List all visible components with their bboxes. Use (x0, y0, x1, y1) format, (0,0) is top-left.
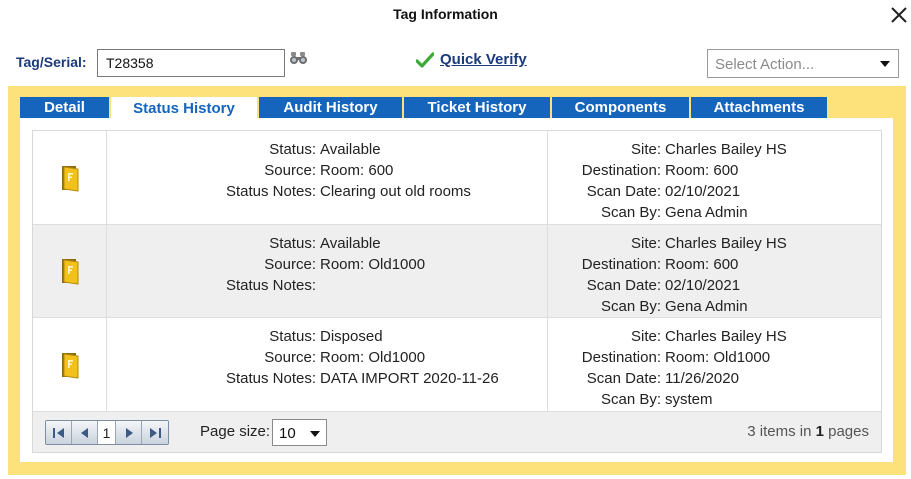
pages-text: pages (828, 423, 869, 440)
scan-date-value: 11/26/2020 (665, 370, 739, 387)
tab-audit-history[interactable]: Audit History (259, 97, 404, 118)
tab-ticket-history[interactable]: Ticket History (404, 97, 552, 118)
chevron-left-icon (80, 427, 88, 438)
scan-by-label: Scan By: (600, 391, 661, 408)
quick-verify-label[interactable]: Quick Verify (440, 51, 527, 68)
status-history-grid: Status: Available Source: Room: 600 Status… (32, 130, 882, 453)
chevron-down-icon (310, 431, 320, 437)
source-label: Source: (264, 256, 316, 273)
tab-detail[interactable]: Detail (20, 97, 111, 118)
scan-date-value: 02/10/2021 (665, 183, 741, 200)
source-value: Room: Old1000 (320, 349, 426, 366)
close-button[interactable] (888, 4, 910, 26)
items-count: 3 (747, 423, 756, 440)
chevron-down-icon (880, 61, 890, 67)
destination-value: Room: 600 (665, 162, 739, 179)
pager-buttons: 1 (45, 420, 169, 445)
scan-by-value: Gena Admin (665, 204, 748, 221)
source-value: Room: Old1000 (320, 256, 426, 273)
destination-label: Destination: (581, 349, 661, 366)
site-value: Charles Bailey HS (665, 141, 787, 158)
status-notes-value (316, 275, 320, 296)
site-label: Site: (630, 328, 661, 345)
status-notes-value: DATA IMPORT 2020-11-26 (320, 370, 499, 387)
page-size-value: 10 (279, 425, 296, 442)
close-icon[interactable] (888, 4, 910, 26)
last-page-icon (150, 427, 161, 438)
destination-value: Room: Old1000 (665, 349, 771, 366)
door-icon (61, 259, 78, 285)
tab-status-history[interactable]: Status History (111, 97, 259, 120)
table-row[interactable]: Status: Disposed Source: Room: Old1000 Sta… (33, 318, 881, 412)
source-value: Room: 600 (320, 162, 394, 179)
source-label: Source: (264, 349, 316, 366)
tag-serial-input[interactable] (97, 49, 285, 77)
site-label: Site: (630, 235, 661, 252)
quick-verify-link[interactable]: Quick Verify (416, 51, 527, 68)
binoculars-icon[interactable] (289, 51, 309, 65)
status-value: Available (320, 141, 381, 158)
scan-by-value: Gena Admin (665, 298, 748, 315)
destination-value: Room: 600 (665, 256, 739, 273)
prev-page-button[interactable] (72, 421, 98, 444)
site-value: Charles Bailey HS (665, 328, 787, 345)
first-page-button[interactable] (46, 421, 72, 444)
last-page-button[interactable] (142, 421, 168, 444)
status-notes-label: Status Notes: (225, 370, 316, 387)
tag-serial-label: Tag/Serial: (16, 54, 87, 70)
status-notes-label: Status Notes: (225, 183, 316, 200)
chevron-right-icon (125, 427, 133, 438)
tab-components[interactable]: Components (552, 97, 691, 118)
status-value: Available (320, 235, 381, 252)
scan-date-label: Scan Date: (586, 370, 661, 387)
status-label: Status: (269, 328, 316, 345)
status-notes-label: Status Notes: (225, 277, 316, 294)
select-action-dropdown[interactable]: Select Action... (707, 49, 899, 78)
tab-strip: Detail Status History Audit History Tick… (20, 97, 829, 120)
scan-date-label: Scan Date: (586, 183, 661, 200)
status-label: Status: (269, 235, 316, 252)
status-value: Disposed (320, 328, 383, 345)
page-number[interactable]: 1 (98, 421, 116, 444)
pager: 1 Page size: 10 3 items in 1 pages (33, 412, 881, 452)
status-label: Status: (269, 141, 316, 158)
items-text: items in (759, 423, 812, 440)
site-label: Site: (630, 141, 661, 158)
scan-date-label: Scan Date: (586, 277, 661, 294)
destination-label: Destination: (581, 256, 661, 273)
door-icon (61, 352, 78, 379)
scan-by-label: Scan By: (600, 298, 661, 315)
source-label: Source: (264, 162, 316, 179)
tab-attachments[interactable]: Attachments (691, 97, 829, 118)
check-icon (416, 51, 434, 68)
door-icon (61, 165, 78, 192)
first-page-icon (52, 427, 64, 438)
scan-by-label: Scan By: (600, 204, 661, 221)
status-notes-value: Clearing out old rooms (320, 183, 471, 200)
pager-info: 3 items in 1 pages (747, 423, 869, 440)
page-size-label: Page size: (200, 423, 271, 440)
next-page-button[interactable] (116, 421, 142, 444)
table-row[interactable]: Status: Available Source: Room: 600 Status… (33, 131, 881, 225)
site-value: Charles Bailey HS (665, 235, 787, 252)
select-action-placeholder: Select Action... (715, 56, 815, 73)
dialog-title: Tag Information (393, 6, 498, 22)
scan-date-value: 02/10/2021 (665, 277, 741, 294)
table-row[interactable]: Status: Available Source: Room: Old1000 St… (33, 225, 881, 318)
destination-label: Destination: (581, 162, 661, 179)
scan-by-value: system (665, 391, 713, 408)
pages-count: 1 (815, 423, 824, 440)
page-size-select[interactable]: 10 (272, 419, 327, 446)
